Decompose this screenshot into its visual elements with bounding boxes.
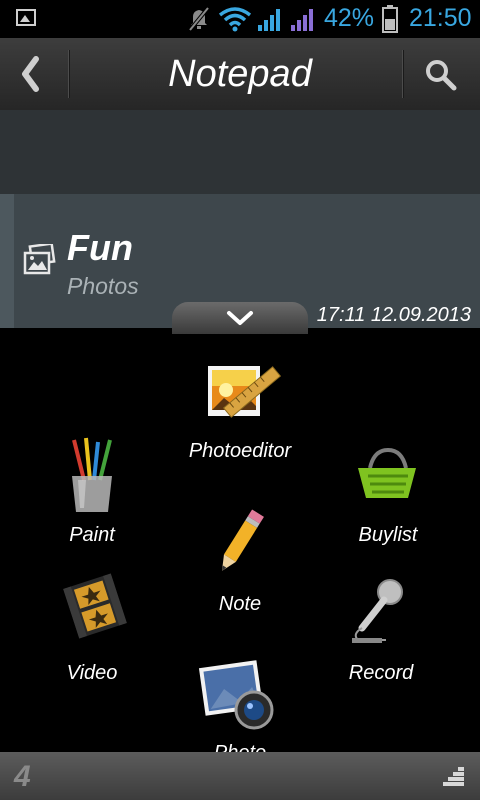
status-bar: 42% 21:50: [0, 0, 480, 38]
battery-percent: 42%: [324, 4, 375, 32]
camera-photo-icon: [198, 660, 274, 730]
pencil-icon: [221, 509, 264, 571]
signal-sim1-icon: [258, 9, 280, 31]
battery-icon: [382, 5, 398, 33]
record-label: Record: [348, 662, 414, 684]
clock: 21:50: [409, 4, 472, 32]
photoeditor-icon: [208, 366, 282, 418]
notes-count: 4: [14, 760, 31, 793]
microphone-icon: [352, 579, 403, 643]
note-date: 17:11 12.09.2013: [316, 304, 471, 326]
wifi-icon: [218, 7, 252, 32]
sort-icon[interactable]: [442, 766, 466, 788]
signal-sim2-icon: [291, 9, 313, 31]
mute-icon: [188, 6, 210, 32]
card-edge: [0, 194, 14, 328]
photos-icon: [23, 244, 56, 275]
shopping-basket-icon: [358, 447, 416, 498]
chevron-down-icon: [227, 311, 253, 325]
video-label: Video: [66, 662, 118, 684]
empty-area: [0, 110, 480, 194]
note-type: Photos: [67, 273, 139, 299]
photoeditor-label: Photoeditor: [188, 440, 292, 462]
bottom-bar: 4: [0, 752, 480, 800]
buylist-label: Buylist: [358, 524, 418, 546]
app-title: Notepad: [168, 53, 312, 95]
gallery-notification-icon: [16, 9, 36, 26]
search-button[interactable]: [424, 58, 458, 92]
note-title: Fun: [67, 227, 133, 268]
note-label: Note: [218, 593, 262, 615]
film-strip-icon: [63, 573, 127, 639]
action-bar: Notepad: [0, 38, 480, 111]
expand-button[interactable]: [172, 302, 308, 334]
paint-brushes-icon: [72, 437, 112, 512]
paint-label: Paint: [69, 524, 115, 546]
separator: [402, 50, 404, 98]
